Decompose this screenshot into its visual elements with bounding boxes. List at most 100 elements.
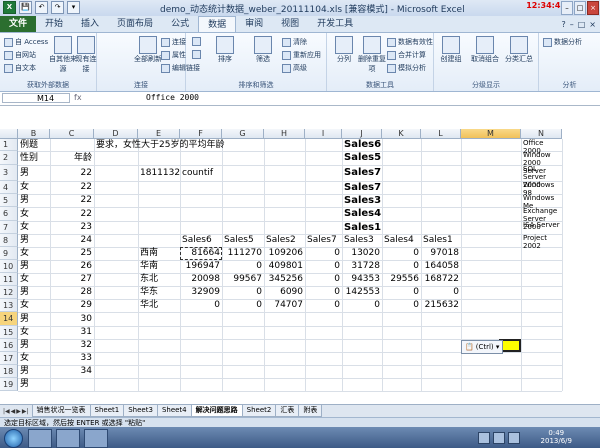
column-header-m[interactable]: M [461,129,521,139]
pivot-region-cell[interactable]: 西南 [138,247,180,260]
refresh-all-button[interactable]: 全部刷新 [131,36,165,64]
remove-duplicates-button[interactable]: 删除重复项 [355,36,389,74]
column-header-i[interactable]: I [305,129,342,139]
from-access-button[interactable]: 自 Access [4,37,48,47]
sheet-tab[interactable]: Sheet3 [123,405,158,417]
fx-icon[interactable]: fx [74,93,82,102]
cell-age[interactable]: 29 [50,299,94,312]
cell-c2[interactable]: 年龄 [50,151,94,165]
cell-age[interactable]: 22 [50,194,94,207]
pivot-value-cell[interactable]: 32909 [180,286,222,299]
cell-age[interactable]: 34 [50,365,94,378]
cell-gender[interactable]: 女 [18,326,50,339]
sheet-tab[interactable]: Sheet1 [89,405,125,417]
cell-age[interactable]: 22 [50,165,94,181]
cell-gender[interactable]: 女 [18,181,50,194]
cell-age[interactable]: 23 [50,221,94,234]
cell-age[interactable]: 26 [50,260,94,273]
row-header-12[interactable]: 12 [0,286,18,299]
cell-n-product[interactable]: Project 2002 [521,234,562,250]
row-header-8[interactable]: 8 [0,234,18,247]
select-all-corner[interactable] [0,129,18,139]
minimize-ribbon-icon[interactable]: – [570,20,574,29]
pivot-value-cell[interactable]: 0 [180,299,222,312]
pivot-value-cell[interactable]: 94353 [342,273,382,286]
cell-f3[interactable]: countif [180,165,222,181]
row-header-10[interactable]: 10 [0,260,18,273]
tray-icon[interactable] [493,432,505,444]
sheet-tab[interactable]: Sheet2 [241,405,277,417]
cell-gender[interactable]: 女 [18,352,50,365]
tab-page-layout[interactable]: 页面布局 [108,16,162,32]
row-header-7[interactable]: 7 [0,221,18,234]
from-web-button[interactable]: 自网站 [4,50,36,60]
from-text-button[interactable]: 自文本 [4,63,36,73]
pivot-value-cell[interactable]: 0 [305,299,342,312]
ungroup-button[interactable]: 取消组合 [468,36,502,64]
pivot-value-cell[interactable]: 74707 [264,299,305,312]
pivot-header-cell[interactable]: Sales3 [342,234,382,247]
cell-gender[interactable]: 男 [18,378,50,391]
row-header-16[interactable]: 16 [0,339,18,352]
cell-gender[interactable]: 男 [18,194,50,207]
cell-gender[interactable]: 女 [18,299,50,312]
cell-j-sales[interactable]: Sales6 [342,139,382,151]
column-header-j[interactable]: J [342,129,382,139]
row-header-19[interactable]: 19 [0,378,18,391]
pivot-value-cell[interactable]: 111270 [222,247,264,260]
pivot-value-cell[interactable]: 0 [305,260,342,273]
tab-developer[interactable]: 开发工具 [308,16,362,32]
column-header-e[interactable]: E [138,129,180,139]
row-header-6[interactable]: 6 [0,207,18,221]
pivot-header-cell[interactable]: Sales2 [264,234,305,247]
cell-gender[interactable]: 女 [18,247,50,260]
pivot-region-cell[interactable]: 华东 [138,286,180,299]
formula-input[interactable]: Office 2000 [146,93,199,102]
taskbar-app[interactable] [84,429,108,448]
cell-n-product[interactable]: Office 2000 [521,139,562,155]
connections-button[interactable]: 连接 [161,37,186,47]
pivot-value-cell[interactable]: 29556 [382,273,421,286]
undo-icon[interactable]: ↶ [35,1,48,14]
cell-n-product[interactable]: Windows 98 [521,181,562,197]
row-header-15[interactable]: 15 [0,326,18,339]
cell-age[interactable]: 22 [50,181,94,194]
cell-age[interactable]: 28 [50,286,94,299]
save-icon[interactable]: 💾 [19,1,32,14]
reapply-button[interactable]: 重新应用 [282,50,321,60]
pivot-header-cell[interactable]: Sales1 [421,234,461,247]
tab-review[interactable]: 审阅 [236,16,272,32]
cell-gender[interactable]: 男 [18,339,50,352]
cell-age[interactable]: 32 [50,339,94,352]
column-header-d[interactable]: D [94,129,138,139]
first-sheet-icon[interactable]: |◀ [3,408,10,415]
pivot-value-cell[interactable]: 0 [222,260,264,273]
pivot-value-cell[interactable]: 0 [222,299,264,312]
row-header-1[interactable]: 1 [0,139,18,151]
pivot-value-cell[interactable]: 142553 [342,286,382,299]
sheet-tab[interactable]: 附表 [298,405,323,417]
help-icon[interactable]: ? [561,20,565,29]
pivot-value-cell[interactable]: 97018 [421,247,461,260]
pivot-header-cell[interactable]: Sales5 [222,234,264,247]
prev-sheet-icon[interactable]: ◀ [11,408,16,415]
taskbar-clock[interactable]: 0:49 2013/6/9 [541,429,572,445]
start-button[interactable] [4,429,23,448]
pivot-value-cell[interactable]: 6090 [264,286,305,299]
tab-file[interactable]: 文件 [0,16,37,32]
tab-view[interactable]: 视图 [272,16,308,32]
tab-data[interactable]: 数据 [198,16,237,32]
pivot-value-cell[interactable]: 99567 [222,273,264,286]
what-if-button[interactable]: 模拟分析 [387,63,426,73]
pivot-header-cell[interactable]: Sales7 [305,234,342,247]
pivot-value-cell[interactable]: 164058 [421,260,461,273]
cell-n-product[interactable]: SQL Server 2000 [521,165,562,189]
pivot-value-cell[interactable]: 0 [382,247,421,260]
close-button[interactable]: × [587,1,599,15]
cell-e3[interactable]: 1811132 [138,165,180,181]
row-header-3[interactable]: 3 [0,165,18,181]
pivot-region-cell[interactable]: 华南 [138,260,180,273]
subtotal-button[interactable]: 分类汇总 [502,36,536,64]
cell-j-sales[interactable]: Sales5 [342,151,382,165]
sort-za-button[interactable] [192,50,201,59]
